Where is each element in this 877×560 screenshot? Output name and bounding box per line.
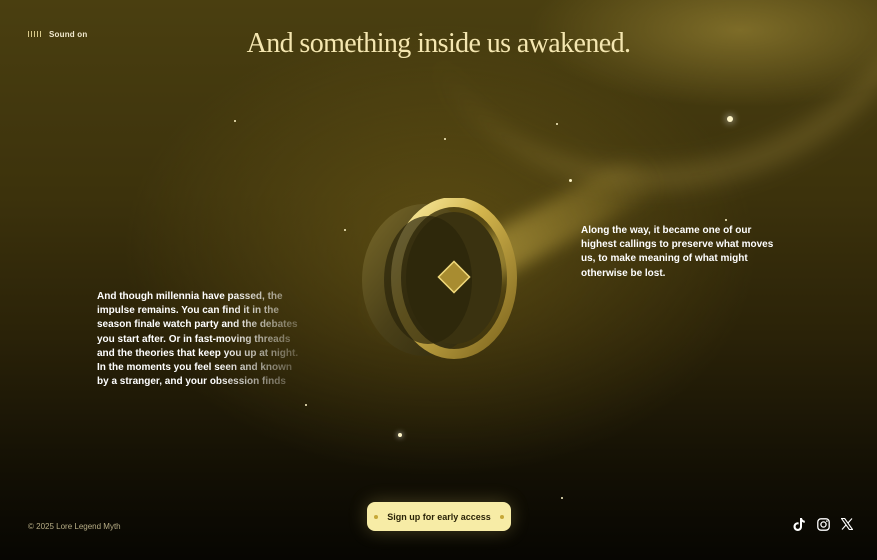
intro-paragraph: And though millennia have passed, the im… (97, 291, 299, 388)
early-access-label: Sign up for early access (387, 511, 491, 522)
sparkle (444, 138, 446, 140)
copyright: © 2025 Lore Legend Myth (28, 522, 121, 531)
callings-paragraph: Along the way, it became one of our high… (581, 225, 774, 279)
sparkle (556, 123, 558, 125)
sparkle (305, 404, 307, 406)
sparkle (344, 229, 346, 231)
sparkle (569, 179, 572, 182)
dot-icon (499, 514, 504, 519)
sparkle (234, 120, 236, 122)
ring-artwork (362, 198, 517, 359)
early-access-button[interactable]: Sign up for early access (367, 502, 511, 531)
sparkle (561, 497, 563, 499)
sparkle (725, 219, 727, 221)
page-headline: And something inside us awakened. (246, 28, 631, 59)
dot-icon (374, 514, 379, 519)
sparkle (727, 116, 733, 122)
social-links (792, 517, 854, 531)
instagram-icon[interactable] (816, 517, 830, 531)
sparkle (398, 433, 402, 437)
x-icon[interactable] (840, 517, 854, 531)
tiktok-icon[interactable] (792, 517, 806, 531)
